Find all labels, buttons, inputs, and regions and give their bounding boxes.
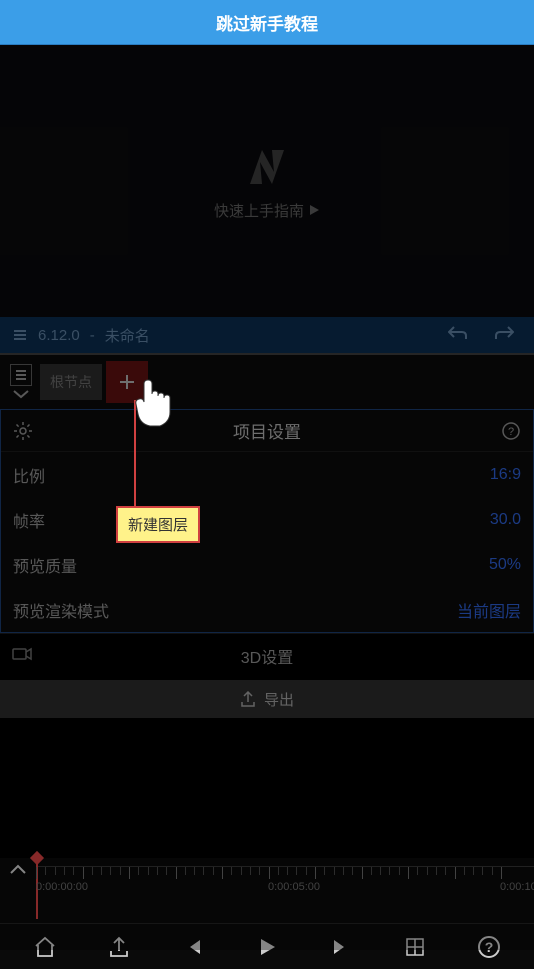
timeline-empty-area <box>0 718 534 858</box>
timeline-label: 0:00:05:00 <box>268 881 320 893</box>
gear-icon[interactable] <box>13 421 33 441</box>
filename-text: 未命名 <box>105 325 150 346</box>
layer-bar: 根节点 <box>0 353 534 409</box>
setting-label: 帧率 <box>13 508 490 532</box>
setting-row-fps[interactable]: 帧率 30.0 <box>1 497 533 542</box>
quick-guide-label: 快速上手指南 <box>214 200 304 221</box>
next-frame-button[interactable] <box>321 937 361 957</box>
setting-label: 比例 <box>13 463 490 487</box>
svg-text:?: ? <box>485 939 494 955</box>
app-logo-icon <box>242 142 292 192</box>
timeline[interactable]: 0:00:00:00 0:00:05:00 0:00:10: <box>0 858 534 923</box>
layer-panel-toggle[interactable] <box>6 360 36 404</box>
menu-icon[interactable] <box>12 327 28 343</box>
grid-button[interactable] <box>395 936 435 958</box>
grid-icon <box>404 936 426 958</box>
undo-button[interactable] <box>440 325 476 345</box>
chevron-up-icon <box>8 864 28 876</box>
home-button[interactable] <box>25 935 65 959</box>
export-button[interactable]: 导出 <box>0 680 534 718</box>
plus-icon <box>117 372 137 392</box>
settings-header: 项目设置 ? <box>1 410 533 452</box>
skip-tutorial-banner[interactable]: 跳过新手教程 <box>0 0 534 45</box>
help-icon[interactable]: ? <box>501 421 521 441</box>
setting-value: 16:9 <box>490 466 521 484</box>
setting-value: 50% <box>489 556 521 574</box>
help-circle-icon: ? <box>477 935 501 959</box>
setting-label: 预览渲染模式 <box>13 598 457 622</box>
skip-next-icon <box>331 937 351 957</box>
home-icon <box>33 935 57 959</box>
chevron-down-icon <box>10 388 32 400</box>
threed-label: 3D设置 <box>241 644 293 668</box>
tutorial-tooltip-text: 新建图层 <box>128 517 188 534</box>
play-triangle-icon <box>308 204 320 216</box>
export-icon <box>240 691 256 707</box>
play-button[interactable] <box>247 936 287 958</box>
tutorial-tooltip: 新建图层 <box>116 506 200 543</box>
list-icon <box>14 368 28 382</box>
redo-button[interactable] <box>486 325 522 345</box>
skip-prev-icon <box>183 937 203 957</box>
root-node-button[interactable]: 根节点 <box>40 364 102 400</box>
timeline-track[interactable]: 0:00:00:00 0:00:05:00 0:00:10: <box>36 866 534 923</box>
preview-area: 快速上手指南 <box>0 45 534 317</box>
upload-icon <box>107 935 131 959</box>
timeline-label: 0:00:10: <box>500 881 534 893</box>
setting-row-quality[interactable]: 预览质量 50% <box>1 542 533 587</box>
settings-title: 项目设置 <box>33 418 501 443</box>
root-node-label: 根节点 <box>50 374 92 390</box>
version-text: 6.12.0 <box>38 327 80 344</box>
version-bar: 6.12.0 - 未命名 <box>0 317 534 353</box>
threed-settings-button[interactable]: 3D设置 <box>0 633 534 678</box>
timeline-collapse-button[interactable] <box>0 858 36 923</box>
bottom-toolbar: ? <box>0 923 534 969</box>
tutorial-callout-line <box>134 400 136 508</box>
prev-frame-button[interactable] <box>173 937 213 957</box>
svg-text:?: ? <box>508 426 514 438</box>
add-layer-button[interactable] <box>106 361 148 403</box>
play-icon <box>256 936 278 958</box>
camera-icon <box>12 646 32 667</box>
setting-row-render-mode[interactable]: 预览渲染模式 当前图层 <box>1 587 533 632</box>
help-button[interactable]: ? <box>469 935 509 959</box>
export-label: 导出 <box>264 689 294 710</box>
upload-button[interactable] <box>99 935 139 959</box>
quick-guide-link[interactable]: 快速上手指南 <box>214 200 320 221</box>
setting-label: 预览质量 <box>13 553 489 577</box>
setting-row-ratio[interactable]: 比例 16:9 <box>1 452 533 497</box>
setting-value: 当前图层 <box>457 598 521 622</box>
project-settings-panel: 项目设置 ? 比例 16:9 帧率 30.0 预览质量 50% 预览渲染模式 当… <box>0 409 534 633</box>
skip-tutorial-label: 跳过新手教程 <box>216 10 318 35</box>
timeline-label: 0:00:00:00 <box>36 881 88 893</box>
setting-value: 30.0 <box>490 511 521 529</box>
version-separator: - <box>90 327 95 344</box>
